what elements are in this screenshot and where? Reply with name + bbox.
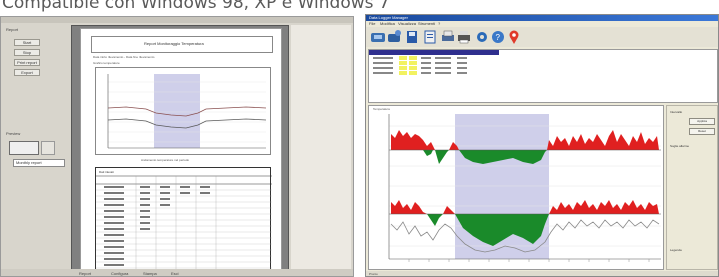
report-header: Report Monitoraggio Temperatura bbox=[91, 36, 273, 53]
report-subtitle: Data inizio rilevamento - Data fine rile… bbox=[93, 55, 155, 59]
export-button[interactable]: Export bbox=[14, 69, 40, 76]
save-icon[interactable] bbox=[404, 29, 420, 45]
status-bar: Pronto bbox=[366, 271, 718, 276]
report-data-table: Dati rilevati bbox=[95, 167, 272, 272]
status-report[interactable]: Report bbox=[79, 271, 91, 276]
chart-plot bbox=[388, 114, 661, 262]
status-print[interactable]: Stampa bbox=[143, 271, 157, 276]
report-chart bbox=[95, 67, 271, 155]
location-icon[interactable] bbox=[506, 29, 522, 45]
settings-icon[interactable] bbox=[474, 29, 490, 45]
headline: Compatible con Windows 98, XP e Windows … bbox=[2, 0, 390, 13]
legend-label: Legenda bbox=[670, 248, 682, 252]
printer-icon[interactable] bbox=[456, 29, 472, 45]
chart-side-panel: Intervallo Applica Reset Soglie allarme … bbox=[666, 105, 718, 270]
toolbar: ? bbox=[366, 27, 718, 47]
preview-thumbnail[interactable] bbox=[9, 141, 39, 155]
logger-window: Data Logger Manager File Modifica Visual… bbox=[365, 14, 719, 277]
preview-label: Preview bbox=[6, 131, 21, 136]
logger-icon[interactable] bbox=[386, 29, 402, 45]
preview-button[interactable] bbox=[41, 141, 55, 155]
chart-caption: Andamento temperature nel periodo bbox=[141, 158, 190, 162]
document-viewport[interactable]: Report Monitoraggio Temperatura Data ini… bbox=[71, 25, 289, 275]
temperature-chart[interactable]: Temperatura bbox=[368, 105, 664, 270]
status-exit[interactable]: Esci bbox=[171, 271, 179, 276]
report-control-panel: Report Start Stop Print report Export Pr… bbox=[3, 25, 69, 275]
print-report-button[interactable]: Print report bbox=[14, 59, 40, 66]
stop-button[interactable]: Stop bbox=[14, 49, 40, 56]
document-icon[interactable] bbox=[422, 29, 438, 45]
alarm-label: Soglie allarme bbox=[670, 144, 690, 148]
start-button[interactable]: Start bbox=[14, 39, 40, 46]
report-window: Report Start Stop Print report Export Pr… bbox=[0, 16, 354, 277]
table-grid bbox=[373, 57, 467, 74]
status-text: Pronto bbox=[369, 272, 378, 276]
report-page: Report Monitoraggio Temperatura Data ini… bbox=[80, 28, 282, 274]
report-type-select[interactable]: Monthly report bbox=[13, 159, 65, 167]
help-icon[interactable]: ? bbox=[490, 29, 506, 45]
report-section-title: Grafico temperature bbox=[93, 61, 120, 65]
report-status-bar: Report Configura Stampa Esci bbox=[1, 269, 353, 276]
svg-text:?: ? bbox=[496, 33, 501, 42]
download-icon[interactable] bbox=[370, 29, 386, 45]
reset-button[interactable]: Reset bbox=[689, 128, 715, 135]
report-title: Report Monitoraggio Temperatura bbox=[144, 41, 204, 46]
readings-table[interactable] bbox=[368, 49, 718, 103]
report-side-area bbox=[291, 25, 351, 275]
svg-text:Dati rilevati: Dati rilevati bbox=[99, 170, 114, 174]
apply-button[interactable]: Applica bbox=[689, 118, 715, 125]
panel-header: Report bbox=[6, 27, 19, 32]
interval-label: Intervallo bbox=[670, 110, 683, 114]
print-icon[interactable] bbox=[440, 29, 456, 45]
status-configure[interactable]: Configura bbox=[111, 271, 128, 276]
report-window-titlebar bbox=[1, 17, 353, 23]
